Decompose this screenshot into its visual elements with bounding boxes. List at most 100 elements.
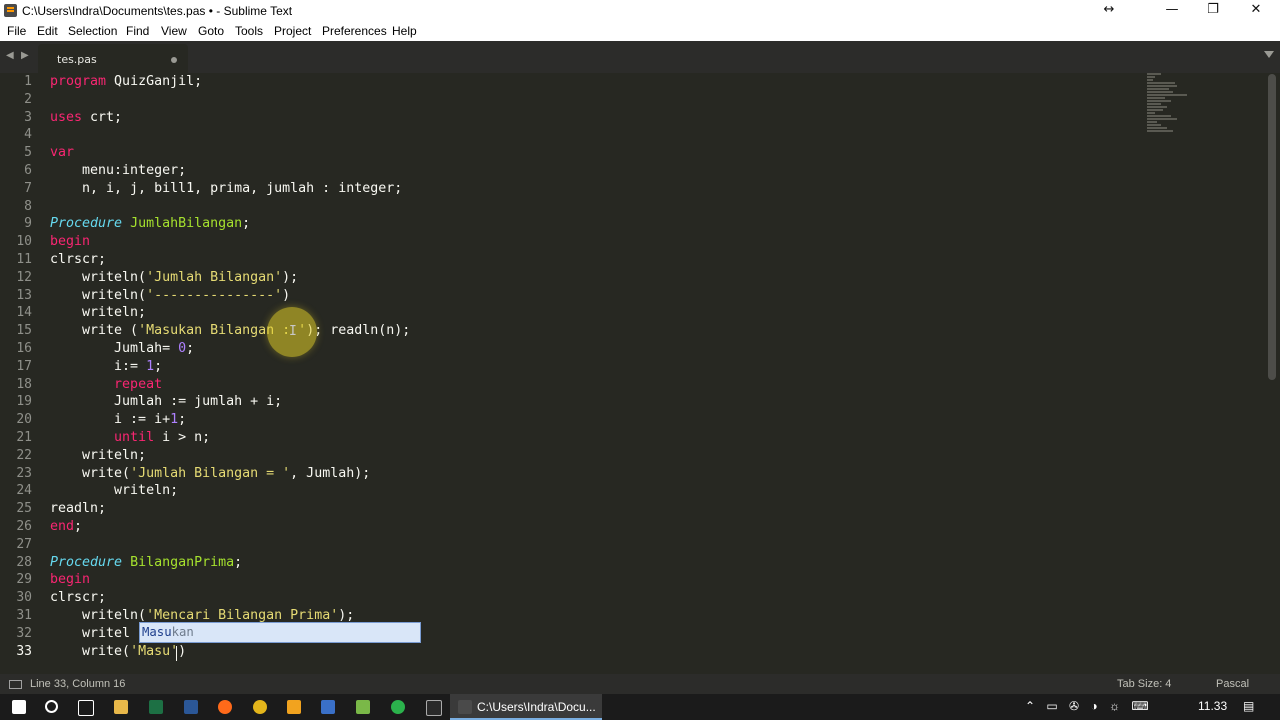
taskbar-window-label: C:\Users\Indra\Docu...: [477, 700, 596, 714]
panel-toggle-icon[interactable]: [9, 680, 22, 689]
menu-file[interactable]: File: [7, 24, 26, 38]
taskbar-sublime-window[interactable]: C:\Users\Indra\Docu...: [450, 694, 602, 720]
notification-icon[interactable]: ▤: [1243, 699, 1254, 713]
firefox-icon[interactable]: [218, 700, 232, 714]
minimap[interactable]: [1147, 73, 1207, 143]
code-editor[interactable]: program QuizGanjil; uses crt; var menu:i…: [50, 73, 410, 660]
code-line[interactable]: begin: [50, 233, 410, 251]
cursor-position: Line 33, Column 16: [30, 678, 126, 690]
vertical-scrollbar[interactable]: [1268, 74, 1276, 380]
line-number: 4: [24, 127, 32, 143]
sublime-taskbar-icon: [458, 700, 472, 714]
code-line[interactable]: [50, 536, 410, 554]
menu-find[interactable]: Find: [126, 24, 149, 38]
code-line[interactable]: Jumlah= 0;: [50, 340, 410, 358]
code-line[interactable]: write('Jumlah Bilangan = ', Jumlah);: [50, 465, 410, 483]
code-line[interactable]: writeln;: [50, 482, 410, 500]
code-line[interactable]: [50, 126, 410, 144]
line-number: 18: [16, 376, 32, 392]
file-explorer-icon[interactable]: [114, 700, 128, 714]
tab-size[interactable]: Tab Size: 4: [1117, 678, 1171, 690]
tab-nav-right-icon[interactable]: ▶: [21, 50, 29, 61]
line-number: 2: [24, 91, 32, 107]
line-number: 3: [24, 109, 32, 125]
line-number: 1: [24, 74, 32, 89]
menu-preferences[interactable]: Preferences: [322, 24, 387, 38]
status-bar: Line 33, Column 16 Tab Size: 4 Pascal: [0, 674, 1280, 694]
line-number-gutter: 1 2 3 4 5 6 7 8 9 10 11 12 13 14 15 16 1…: [0, 73, 40, 660]
code-line[interactable]: i := i+1;: [50, 411, 410, 429]
code-line[interactable]: program QuizGanjil;: [50, 73, 410, 91]
code-line[interactable]: i:= 1;: [50, 358, 410, 376]
menu-view[interactable]: View: [161, 24, 187, 38]
excel-icon[interactable]: [149, 700, 163, 714]
cmd-icon[interactable]: [426, 700, 442, 716]
windows-start-icon[interactable]: [12, 700, 26, 714]
restore-button[interactable]: ❐: [1190, 0, 1236, 22]
clock[interactable]: 11.33: [1198, 699, 1227, 713]
code-line[interactable]: write ('Masukan Bilangan : '); readln(n)…: [50, 322, 410, 340]
line-number: 15: [16, 323, 32, 339]
code-line[interactable]: [50, 198, 410, 216]
line-number: 29: [16, 572, 32, 588]
code-line[interactable]: n, i, j, bill1, prima, jumlah : integer;: [50, 180, 410, 198]
minimize-button[interactable]: —: [1149, 0, 1195, 22]
menu-tools[interactable]: Tools: [235, 24, 263, 38]
unsaved-dot-icon[interactable]: [171, 57, 177, 63]
menu-project[interactable]: Project: [274, 24, 311, 38]
line-number: 22: [16, 447, 32, 463]
line-number: 12: [16, 269, 32, 285]
tab-dropdown-icon[interactable]: [1264, 51, 1274, 58]
title-bar: C:\Users\Indra\Documents\tes.pas • - Sub…: [0, 0, 1280, 22]
menu-help[interactable]: Help: [392, 24, 417, 38]
menu-goto[interactable]: Goto: [198, 24, 224, 38]
autocomplete-popup[interactable]: Masukan: [139, 622, 421, 643]
code-line[interactable]: writeln('Jumlah Bilangan');: [50, 269, 410, 287]
code-line[interactable]: begin: [50, 571, 410, 589]
line-number: 30: [16, 590, 32, 606]
app-icon[interactable]: [321, 700, 335, 714]
code-line[interactable]: Procedure BilanganPrima;: [50, 554, 410, 572]
chrome-icon[interactable]: [253, 700, 267, 714]
tab-bar: ◀ ▶ tes.pas: [0, 41, 1280, 73]
line-number: 6: [24, 162, 32, 178]
code-line[interactable]: Jumlah := jumlah + i;: [50, 393, 410, 411]
code-line[interactable]: [50, 91, 410, 109]
window-title: C:\Users\Indra\Documents\tes.pas • - Sub…: [22, 4, 293, 18]
code-line[interactable]: readln;: [50, 500, 410, 518]
tab-tes-pas[interactable]: tes.pas: [38, 44, 188, 73]
app-icon[interactable]: [287, 700, 301, 714]
search-icon[interactable]: [45, 700, 58, 713]
code-line[interactable]: clrscr;: [50, 251, 410, 269]
sublime-app-icon: [4, 4, 17, 17]
code-line[interactable]: Procedure JumlahBilangan;: [50, 215, 410, 233]
app-icon[interactable]: [356, 700, 370, 714]
code-line[interactable]: var: [50, 144, 410, 162]
code-line[interactable]: menu:integer;: [50, 162, 410, 180]
code-line[interactable]: clrscr;: [50, 589, 410, 607]
code-line[interactable]: repeat: [50, 376, 410, 394]
resize-icon[interactable]: ↔: [1086, 0, 1132, 22]
tab-nav-left-icon[interactable]: ◀: [6, 50, 14, 61]
line-number: 13: [16, 287, 32, 303]
task-view-icon[interactable]: [78, 700, 94, 716]
line-number: 20: [16, 412, 32, 428]
close-button[interactable]: ✕: [1233, 0, 1279, 22]
code-line[interactable]: writeln;: [50, 447, 410, 465]
autocomplete-item[interactable]: Masukan: [142, 623, 194, 642]
line-app-icon[interactable]: [391, 700, 405, 714]
menu-selection[interactable]: Selection: [68, 24, 117, 38]
system-tray-icons[interactable]: ⌃ ▭ ✇ ◑ ☼ ⌨: [1025, 699, 1153, 713]
current-code-line[interactable]: write('Masu'): [50, 643, 410, 661]
code-line[interactable]: writeln;: [50, 304, 410, 322]
code-line[interactable]: until i > n;: [50, 429, 410, 447]
line-number: 31: [16, 607, 32, 623]
line-number: 27: [16, 536, 32, 552]
syntax-mode[interactable]: Pascal: [1216, 678, 1249, 690]
code-line[interactable]: writeln('---------------'): [50, 287, 410, 305]
code-line[interactable]: uses crt;: [50, 109, 410, 127]
menu-edit[interactable]: Edit: [37, 24, 58, 38]
code-line[interactable]: end;: [50, 518, 410, 536]
line-number: 24: [16, 483, 32, 499]
word-icon[interactable]: [184, 700, 198, 714]
